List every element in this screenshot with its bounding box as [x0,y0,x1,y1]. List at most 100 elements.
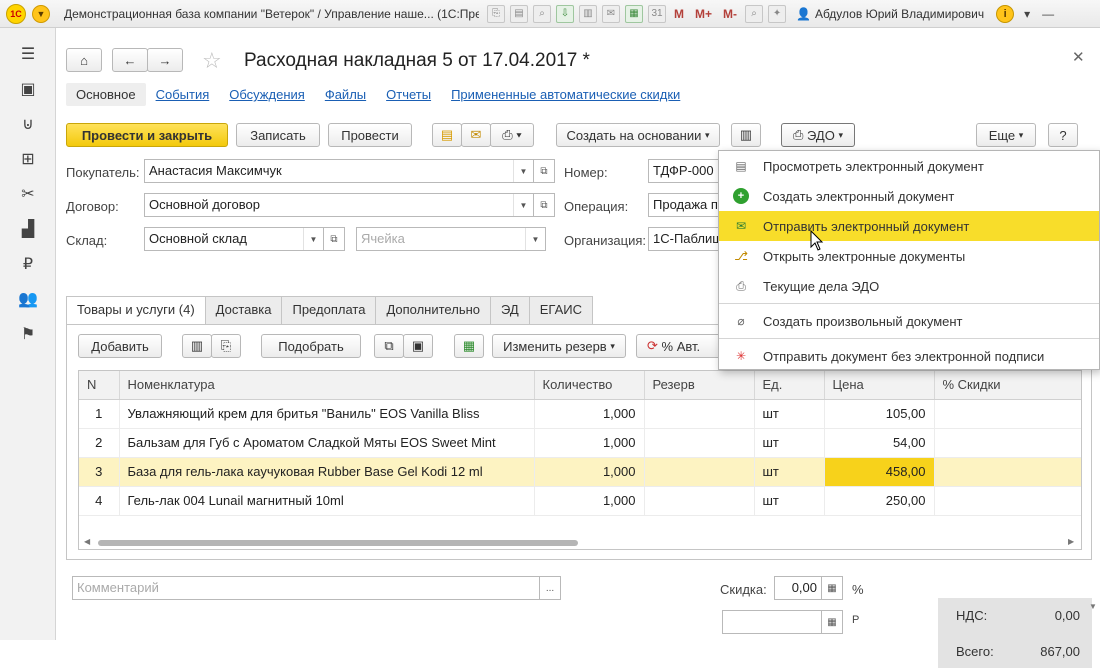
doc-mail-icon[interactable]: ✉ [602,4,620,23]
total-sum-field[interactable] [722,610,822,634]
tab-delivery[interactable]: Доставка [204,296,283,324]
tab-events[interactable]: События [146,83,220,106]
copy-button[interactable]: ⧉ [374,334,404,358]
col-discount[interactable]: % Скидки [934,371,1081,400]
m-plus-button[interactable]: M+ [695,7,712,21]
goods-table[interactable]: N Номенклатура Количество Резерв Ед. Цен… [78,370,1082,550]
edo-menu-button[interactable]: ⎙ ЭДО ▾ [781,123,855,147]
calculator-icon[interactable]: ▦ [625,4,643,23]
tab-goods[interactable]: Товары и услуги (4) [66,296,206,326]
sidebar-item-service[interactable]: ✂ [0,176,56,211]
table-row[interactable]: 4 Гель-лак 004 Lunail магнитный 10ml 1,0… [79,486,1081,516]
open-contract-button[interactable]: ⧉ [533,193,555,217]
discount-field[interactable]: 0,00 [774,576,822,600]
sidebar-item-finance[interactable]: ₽ [0,246,56,281]
col-nomenclature[interactable]: Номенклатура [119,371,535,400]
save-green-icon[interactable]: ⇩ [556,4,574,23]
preview-icon[interactable]: ⌕ [533,4,551,23]
comment-more-button[interactable]: ... [539,576,561,600]
vertical-scrollbar[interactable]: ▼ [1088,340,1100,640]
scrollbar-thumb[interactable] [98,540,578,546]
table-row-selected[interactable]: 3 База для гель-лака каучуковая Rubber B… [79,457,1081,487]
doc-folder-button[interactable]: ▤ [432,123,462,147]
contract-field[interactable]: Основной договор ▼ [144,193,534,217]
change-reserve-button[interactable]: Изменить резерв ▾ [492,334,626,358]
scroll-left-icon[interactable]: ◀ [84,537,90,546]
tab-ed[interactable]: ЭД [490,296,530,324]
organization-field[interactable]: 1С-Паблиш [648,227,728,251]
forward-button[interactable]: → [147,48,183,72]
print-icon[interactable]: ▤ [510,4,528,23]
sidebar-item-purchases[interactable]: ⊞ [0,141,56,176]
add-button[interactable]: Добавить [78,334,162,358]
post-button[interactable]: Провести [328,123,412,147]
auto-discount-button[interactable]: ⟳ % Авт. [636,334,726,358]
chevron-down-icon[interactable]: ▼ [525,228,545,250]
col-n[interactable]: N [79,371,120,400]
more-button[interactable]: Еще ▾ [976,123,1036,147]
menu-arrow-icon[interactable]: ▾ [1024,7,1030,21]
warehouse-field[interactable]: Основной склад ▼ [144,227,324,251]
row-price[interactable]: 458,00 [824,457,935,487]
user-name[interactable]: 👤 Абдулов Юрий Владимирович [796,7,984,21]
back-button[interactable]: ← [112,48,148,72]
bell-icon[interactable]: ✦ [768,4,787,23]
tab-auto-discounts[interactable]: Примененные автоматические скидки [441,83,690,106]
calc-button-2[interactable]: ▦ [821,610,843,634]
barcode-button[interactable]: ▥ [182,334,212,358]
sidebar-item-production[interactable]: ▟ [0,211,56,246]
table-row[interactable]: 1 Увлажняющий крем для бритья "Ваниль" E… [79,399,1081,429]
table-button[interactable]: ▦ [454,334,484,358]
number-field[interactable]: ТДФР-000 [648,159,728,183]
col-price[interactable]: Цена [824,371,935,400]
scanner-button[interactable]: ⎘ [211,334,241,358]
operation-field[interactable]: Продажа п [648,193,728,217]
post-and-close-button[interactable]: Провести и закрыть [66,123,228,147]
col-reserve[interactable]: Резерв [644,371,755,400]
link-icon[interactable]: ⎘ [487,4,505,23]
chevron-down-icon[interactable]: ▼ [513,160,533,182]
scroll-down-icon[interactable]: ▼ [1089,602,1097,611]
tab-additional[interactable]: Дополнительно [375,296,492,324]
tab-files[interactable]: Файлы [315,83,376,106]
calc-button[interactable]: ▦ [821,576,843,600]
help-button[interactable]: ? [1048,123,1078,147]
buyer-field[interactable]: Анастасия Максимчук ▼ [144,159,534,183]
menu-item-send-edoc[interactable]: ✉ Отправить электронный документ [719,211,1099,241]
tab-main[interactable]: Основное [66,83,146,106]
close-icon[interactable]: ✕ [1072,48,1085,66]
main-menu-icon[interactable]: ▼ [32,4,50,23]
comment-field[interactable]: Комментарий [72,576,540,600]
col-quantity[interactable]: Количество [534,371,645,400]
chevron-down-icon[interactable]: ▼ [513,194,533,216]
tab-discussions[interactable]: Обсуждения [219,83,315,106]
cell-field[interactable]: Ячейка ▼ [356,227,546,251]
create-based-on-button[interactable]: Создать на основании ▾ [556,123,720,147]
menu-hamburger-icon[interactable]: ☰ [0,36,56,71]
paste-button[interactable]: ▣ [403,334,433,358]
sidebar-item-sales[interactable]: ⊍ [0,106,56,141]
open-warehouse-button[interactable]: ⧉ [323,227,345,251]
tab-reports[interactable]: Отчеты [376,83,441,106]
chevron-down-icon[interactable]: ▼ [303,228,323,250]
sidebar-item-staff[interactable]: 👥 [0,281,56,316]
print-small-icon[interactable]: ▥ [579,4,597,23]
horizontal-scrollbar[interactable]: ◀ ▶ [78,536,1082,548]
info-icon[interactable]: i [996,4,1015,23]
mail-button[interactable]: ✉ [461,123,491,147]
home-button[interactable]: ⌂ [66,48,102,72]
pick-button[interactable]: Подобрать [261,334,361,358]
print-button[interactable]: ⎙ ▾ [490,123,534,147]
save-button[interactable]: Записать [236,123,320,147]
menu-item-create-custom-doc[interactable]: ⌀ Создать произвольный документ [719,306,1099,336]
m-button[interactable]: M [674,7,684,21]
table-row[interactable]: 2 Бальзам для Губ с Ароматом Сладкой Мят… [79,428,1081,458]
menu-item-view-edoc[interactable]: ▤ Просмотреть электронный документ [719,151,1099,181]
calendar-icon[interactable]: 31 [648,4,666,23]
sidebar-item-company[interactable]: ⚑ [0,316,56,351]
open-buyer-button[interactable]: ⧉ [533,159,555,183]
search-icon[interactable]: ⌕ [745,4,764,23]
doc-button[interactable]: ▥ [731,123,761,147]
menu-item-open-edocs[interactable]: ⎇ Открыть электронные документы [719,241,1099,271]
sidebar-item-main[interactable]: ▣ [0,71,56,106]
